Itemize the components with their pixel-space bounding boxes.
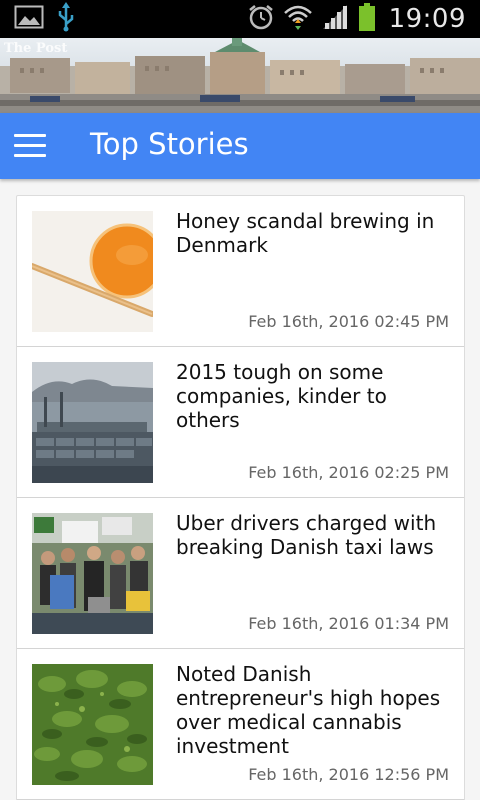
- battery-icon: [357, 2, 377, 37]
- status-bar: 19:09: [0, 0, 480, 38]
- honey-jar-image: [32, 211, 153, 332]
- story-item[interactable]: Uber drivers charged with breaking Danis…: [17, 498, 464, 649]
- cannabis-plants-image: [32, 664, 153, 785]
- story-headline: Honey scandal brewing in Denmark: [176, 209, 435, 257]
- protest-crowd-image: [32, 513, 153, 634]
- signal-icon: [321, 3, 349, 36]
- story-headline: 2015 tough on some companies, kinder to …: [176, 360, 387, 432]
- alarm-icon: [247, 3, 275, 36]
- app-bar: Top Stories: [0, 113, 480, 179]
- hamburger-menu-icon[interactable]: [14, 132, 46, 160]
- story-item[interactable]: Honey scandal brewing in Denmark Feb 16t…: [17, 196, 464, 347]
- story-date: Feb 16th, 2016 02:25 PM: [248, 463, 449, 482]
- story-headline: Uber drivers charged with breaking Danis…: [176, 511, 437, 559]
- story-list[interactable]: Honey scandal brewing in Denmark Feb 16t…: [0, 179, 480, 800]
- story-item[interactable]: 2015 tough on some companies, kinder to …: [17, 347, 464, 498]
- story-date: Feb 16th, 2016 01:34 PM: [248, 614, 449, 633]
- story-date: Feb 16th, 2016 12:56 PM: [248, 765, 449, 784]
- page-title: Top Stories: [90, 127, 249, 161]
- stories-card: Honey scandal brewing in Denmark Feb 16t…: [16, 195, 465, 800]
- svg-text:The Post: The Post: [4, 41, 67, 56]
- story-date: Feb 16th, 2016 02:45 PM: [248, 312, 449, 331]
- container-port-image: [32, 362, 153, 483]
- story-headline: Noted Danish entrepreneur's high hopes o…: [176, 662, 441, 758]
- wifi-icon: [283, 3, 313, 36]
- city-banner-image: The Post: [0, 38, 480, 113]
- usb-icon: [56, 1, 76, 37]
- story-item[interactable]: Noted Danish entrepreneur's high hopes o…: [17, 649, 464, 800]
- image-icon: [14, 5, 44, 34]
- clock-time: 19:09: [388, 4, 466, 34]
